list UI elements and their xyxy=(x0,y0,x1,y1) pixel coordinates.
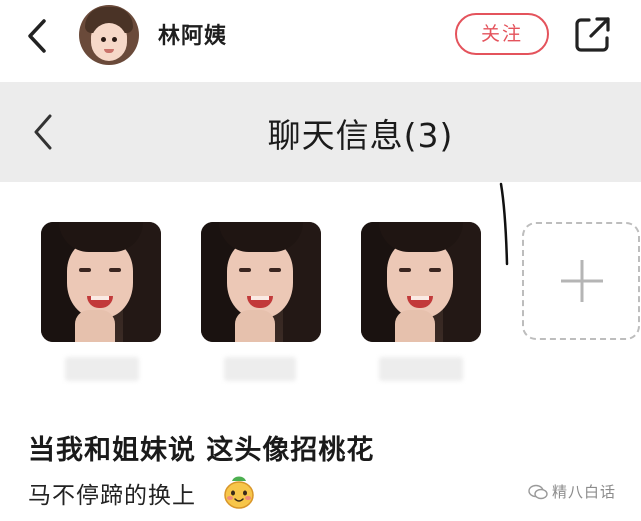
caption-line-1: 当我和姐妹说 这头像招桃花 xyxy=(28,435,375,466)
member-list xyxy=(0,182,641,402)
member-avatar[interactable] xyxy=(41,222,161,342)
chat-info-header: 聊天信息(3) xyxy=(0,82,641,182)
member-name-hidden xyxy=(65,357,139,381)
follow-button[interactable]: 关注 xyxy=(455,13,549,55)
add-member-button[interactable] xyxy=(522,222,640,340)
member-name-hidden xyxy=(224,357,296,381)
share-icon[interactable] xyxy=(573,14,613,54)
member-avatar[interactable] xyxy=(201,222,321,342)
member-avatar[interactable] xyxy=(361,222,481,342)
top-bar: 林阿姨 关注 xyxy=(0,0,641,82)
caption-line-2: 马不停蹄的换上 xyxy=(28,483,196,509)
chat-title: 聊天信息(3) xyxy=(267,116,454,155)
back-icon[interactable] xyxy=(22,16,58,56)
avatar[interactable] xyxy=(79,5,139,65)
pen-mark xyxy=(499,182,509,266)
peach-face-emoji-icon xyxy=(224,476,254,509)
plus-icon xyxy=(561,260,603,302)
username[interactable]: 林阿姨 xyxy=(158,18,227,50)
member-name-hidden xyxy=(379,357,463,381)
wechat-icon xyxy=(528,484,548,500)
watermark-text: 精八白话 xyxy=(552,483,617,501)
